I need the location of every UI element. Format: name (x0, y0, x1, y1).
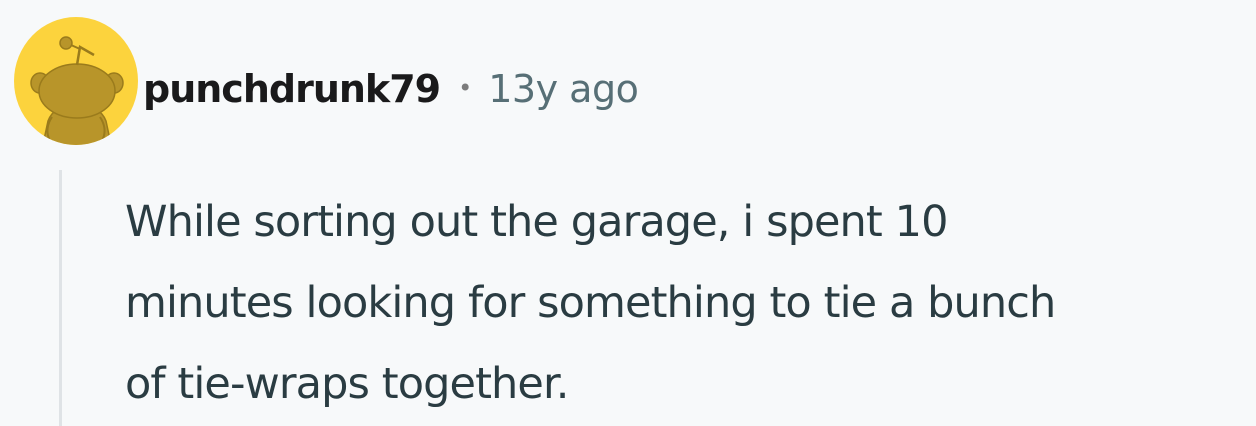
thread-collapse-line[interactable] (59, 170, 62, 426)
comment-body: While sorting out the garage, i spent 10… (125, 182, 1253, 425)
meta-separator: • (458, 74, 473, 102)
comment-body-line: minutes looking for something to tie a b… (125, 278, 1056, 328)
snoo-avatar-icon (14, 17, 138, 145)
timestamp-link[interactable]: 13y ago (488, 67, 639, 111)
comment-body-line: of tie-wraps together. (125, 359, 569, 409)
comment: punchdrunk79 • 13y ago While sorting out… (0, 0, 1256, 426)
comment-header: punchdrunk79 • 13y ago (143, 61, 639, 117)
avatar[interactable] (14, 17, 138, 145)
comment-body-line: While sorting out the garage, i spent 10 (125, 197, 948, 247)
username-link[interactable]: punchdrunk79 (143, 67, 441, 111)
